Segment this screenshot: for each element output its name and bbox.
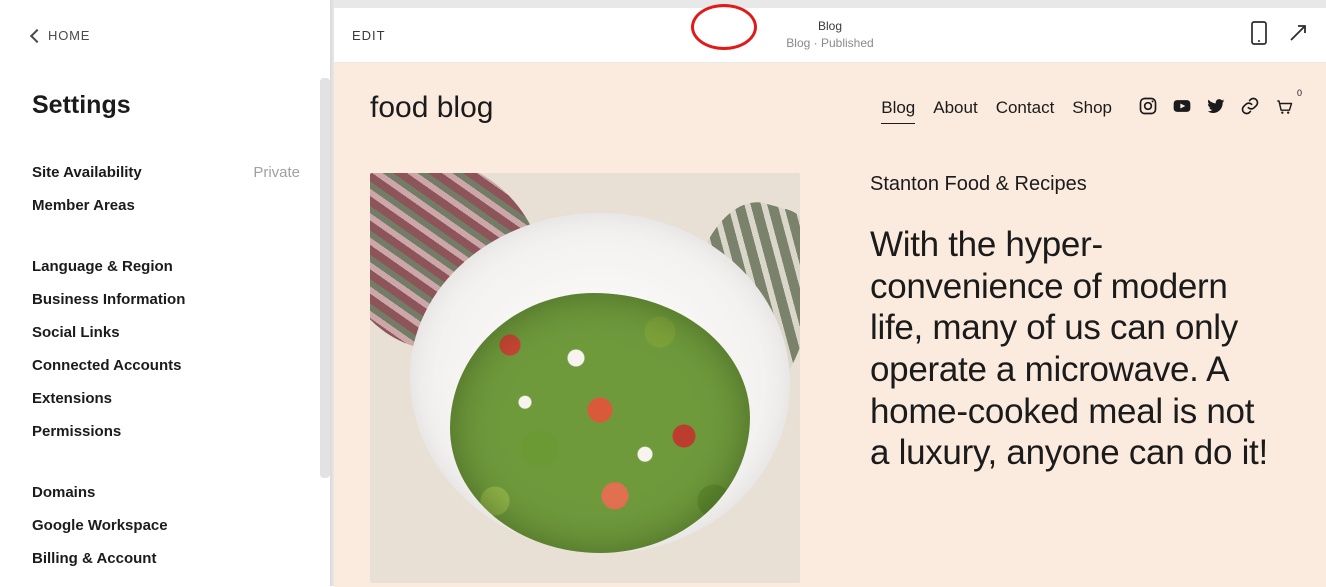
preview-area: EDIT Blog Blog · Published food blog Blo… [334, 0, 1326, 586]
sidebar-item-connected-accounts[interactable]: Connected Accounts [32, 349, 330, 382]
sidebar-item-business-information[interactable]: Business Information [32, 283, 330, 316]
settings-sidebar: HOME Settings Site Availability Private … [0, 0, 330, 586]
home-label: HOME [48, 28, 90, 43]
site-preview: food blog Blog About Contact Shop 0 [334, 63, 1326, 587]
row-label: Language & Region [32, 258, 173, 275]
sidebar-item-extensions[interactable]: Extensions [32, 382, 330, 415]
settings-title: Settings [32, 91, 330, 120]
article-headline: With the hyper-convenience of modern lif… [870, 224, 1280, 474]
row-label: Member Areas [32, 197, 135, 214]
row-label: Billing & Account [32, 550, 156, 567]
row-label: Google Workspace [32, 517, 168, 534]
sidebar-item-billing-account[interactable]: Billing & Account [32, 542, 330, 575]
settings-group-business: Language & Region Business Information S… [32, 250, 330, 448]
row-label: Domains [32, 484, 95, 501]
row-label: Social Links [32, 324, 120, 341]
sidebar-item-domains[interactable]: Domains [32, 476, 330, 509]
row-label: Connected Accounts [32, 357, 181, 374]
page-title-block: Blog Blog · Published [786, 18, 873, 52]
row-label: Site Availability [32, 164, 142, 181]
home-back-link[interactable]: HOME [32, 28, 330, 43]
nav-link-shop[interactable]: Shop [1072, 98, 1112, 118]
expand-preview-icon[interactable] [1288, 23, 1308, 48]
site-nav: Blog About Contact Shop 0 [881, 96, 1294, 121]
page-subtitle: Blog · Published [786, 35, 873, 52]
settings-group-site: Site Availability Private Member Areas [32, 156, 330, 222]
nav-link-about[interactable]: About [933, 98, 977, 118]
sidebar-item-language-region[interactable]: Language & Region [32, 250, 330, 283]
scrollbar[interactable] [320, 78, 330, 478]
site-body: Stanton Food & Recipes With the hyper-co… [370, 173, 1294, 583]
nav-link-contact[interactable]: Contact [996, 98, 1055, 118]
chevron-left-icon [30, 28, 44, 42]
preview-topbar: EDIT Blog Blog · Published [334, 8, 1326, 63]
twitter-icon[interactable] [1206, 96, 1226, 121]
link-icon[interactable] [1240, 96, 1260, 121]
cart-count: 0 [1297, 88, 1302, 98]
mobile-preview-icon[interactable] [1250, 20, 1268, 51]
article-kicker: Stanton Food & Recipes [870, 173, 1294, 196]
row-label: Extensions [32, 390, 112, 407]
sidebar-item-permissions[interactable]: Permissions [32, 415, 330, 448]
sidebar-item-site-availability[interactable]: Site Availability Private [32, 156, 330, 189]
row-value: Private [253, 164, 300, 181]
site-brand[interactable]: food blog [370, 91, 493, 125]
social-icon-row: 0 [1138, 96, 1294, 121]
youtube-icon[interactable] [1172, 96, 1192, 121]
instagram-icon[interactable] [1138, 96, 1158, 121]
row-label: Permissions [32, 423, 121, 440]
edit-button[interactable]: EDIT [352, 28, 386, 43]
sidebar-item-social-links[interactable]: Social Links [32, 316, 330, 349]
cart-icon[interactable]: 0 [1274, 96, 1294, 121]
article-image[interactable] [370, 173, 800, 583]
nav-link-blog[interactable]: Blog [881, 98, 915, 118]
page-title: Blog [786, 18, 873, 35]
site-header: food blog Blog About Contact Shop 0 [370, 91, 1294, 125]
row-label: Business Information [32, 291, 185, 308]
sidebar-item-google-workspace[interactable]: Google Workspace [32, 509, 330, 542]
settings-group-account: Domains Google Workspace Billing & Accou… [32, 476, 330, 575]
article-text: Stanton Food & Recipes With the hyper-co… [870, 173, 1294, 583]
sidebar-item-member-areas[interactable]: Member Areas [32, 189, 330, 222]
